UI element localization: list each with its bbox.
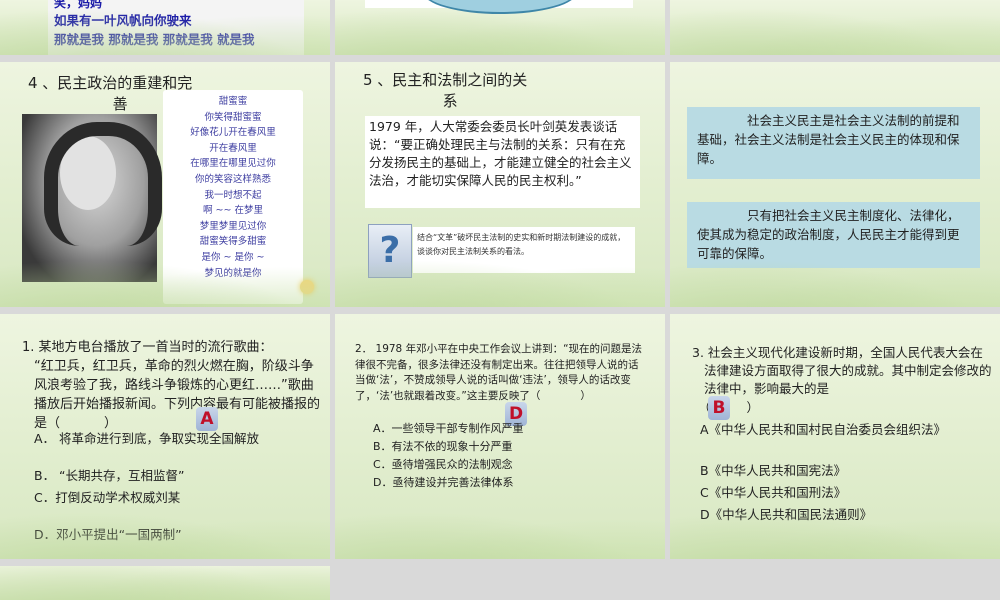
stem-body: “红卫兵，红卫兵，革命的烈火燃在胸，阶级斗争风浪考验了我，路线斗争锻炼的心更红……	[22, 357, 322, 433]
slide-5[interactable]: 5 、民主和法制之间的关 系 1979 年，人大常委会委员长叶剑英发表谈话说：“…	[335, 62, 665, 307]
option-a[interactable]: A．一些领导干部专制作风严重	[373, 420, 524, 436]
lyric: 我一时想不起	[204, 189, 262, 201]
lyric-line-3: 那就是我 那就是我 那就是我 就是我	[54, 32, 255, 47]
qmark-glyph: ?	[379, 230, 401, 271]
stem-line: 1. 某地方电台播放了一首当时的流行歌曲：	[22, 340, 273, 355]
question-3-stem: 3. 社会主义现代化建设新时期，全国人民代表大会在法律建设方面取得了很大的成就。…	[692, 344, 992, 417]
lyric: 甜蜜蜜	[218, 96, 248, 107]
paren-line: （）	[692, 399, 992, 417]
question-mark-icon: ?	[368, 224, 412, 278]
slide-q1[interactable]: 1. 某地方电台播放了一首当时的流行歌曲： “红卫兵，红卫兵，革命的烈火燃在胸，…	[0, 314, 330, 559]
paren-close: ）	[580, 389, 591, 402]
lyric: 梦里梦里见过你	[199, 220, 267, 232]
option-a[interactable]: A． 将革命进行到底，争取实现全国解放	[34, 428, 259, 447]
question-2-stem: 2． 1978 年邓小平在中央工作会议上讲到：“现在的问题是法律很不完备，很多法…	[355, 342, 645, 404]
lyric-line-2: 如果有一叶风帆向你驶来	[54, 13, 192, 28]
title-line-1: 5 、民主和法制之间的关	[363, 71, 528, 89]
slide-q2[interactable]: 2． 1978 年邓小平在中央工作会议上讲到：“现在的问题是法律很不完备，很多法…	[335, 314, 665, 559]
sun-decoration-icon	[300, 280, 314, 294]
lyric: 啊 ~~ 在梦里	[203, 205, 263, 217]
principle-box-1: 社会主义民主是社会主义法制的前提和基础，社会主义法制是社会主义民主的体现和保障。	[687, 107, 980, 179]
lyric: 甜蜜笑得多甜蜜	[199, 236, 267, 248]
option-d[interactable]: D．邓小平提出“一国两制”	[34, 524, 182, 543]
principle-box-2: 只有把社会主义民主制度化、法律化，使其成为稳定的政治制度，人民民主才能得到更可靠…	[687, 202, 980, 268]
principle-text-2: 只有把社会主义民主制度化、法律化，使其成为稳定的政治制度，人民民主才能得到更可靠…	[697, 208, 960, 261]
slide-next[interactable]	[0, 566, 330, 600]
slide-4[interactable]: 4 、民主政治的重建和完 善 甜蜜蜜 你笑得甜蜜蜜 好像花儿开在春风里 开在春风…	[0, 62, 330, 307]
question-1-stem: 1. 某地方电台播放了一首当时的流行歌曲： “红卫兵，红卫兵，革命的烈火燃在胸，…	[22, 338, 322, 433]
option-d[interactable]: D．亟待建设并完善法律体系	[373, 474, 513, 490]
slide-title: 5 、民主和法制之间的关 系	[363, 69, 527, 111]
lyric: 开在春风里	[209, 142, 257, 154]
lyric: 在哪里在哪里见过你	[190, 158, 276, 170]
option-b[interactable]: B《中华人民共和国宪法》	[700, 460, 846, 479]
stem-text: 3. 社会主义现代化建设新时期，全国人民代表大会在法律建设方面取得了很大的成就。…	[692, 345, 992, 396]
option-c[interactable]: C．打倒反动学术权威刘某	[34, 487, 180, 506]
title-line-2: 系	[442, 92, 458, 110]
option-c[interactable]: C．亟待增强民众的法制观念	[373, 456, 513, 472]
option-d[interactable]: D《中华人民共和国民法通则》	[700, 504, 872, 523]
slide-2[interactable]	[335, 0, 665, 55]
lyric: 好像花儿开在春风里	[190, 127, 276, 139]
lyric: 是你 ~ 是你 ~	[201, 251, 265, 263]
option-b[interactable]: B．有法不依的现象十分严重	[373, 438, 513, 454]
slide-6[interactable]: 社会主义民主是社会主义法制的前提和基础，社会主义法制是社会主义民主的体现和保障。…	[670, 62, 1000, 307]
paren-close: ）	[746, 400, 760, 415]
option-a[interactable]: A《中华人民共和国村民自治委员会组织法》	[700, 420, 980, 439]
slide-3[interactable]	[670, 0, 1000, 55]
option-c[interactable]: C《中华人民共和国刑法》	[700, 482, 846, 501]
answer-badge: B	[708, 396, 730, 420]
hair-shape	[44, 122, 162, 246]
task-box: 结合“文革”破坏民主法制的史实和新时期法制建设的成就，谈谈你对民主法制关系的看法…	[413, 227, 635, 273]
slide-q3[interactable]: 3. 社会主义现代化建设新时期，全国人民代表大会在法律建设方面取得了很大的成就。…	[670, 314, 1000, 559]
option-b[interactable]: B． “长期共存，互相监督”	[34, 465, 185, 484]
task-text: 结合“文革”破坏民主法制的史实和新时期法制建设的成就，谈谈你对民主法制关系的看法…	[417, 233, 626, 256]
lyrics-panel: 甜蜜蜜 你笑得甜蜜蜜 好像花儿开在春风里 开在春风里 在哪里在哪里见过你 你的笑…	[163, 90, 303, 304]
stem-text: “红卫兵，红卫兵，革命的烈火燃在胸，阶级斗争风浪考验了我，路线斗争锻炼的心更红……	[34, 359, 321, 431]
oval-shape	[423, 0, 577, 14]
quote-text: 1979 年，人大常委会委员长叶剑英发表谈话说：“要正确处理民主与法制的关系：只…	[369, 119, 632, 188]
slide-1[interactable]: 笑，妈妈 如果有一叶风帆向你驶来 那就是我 那就是我 那就是我 就是我	[0, 0, 330, 55]
principle-text-1: 社会主义民主是社会主义法制的前提和基础，社会主义法制是社会主义民主的体现和保障。	[697, 113, 960, 166]
lyric: 你笑得甜蜜蜜	[204, 111, 262, 123]
lyric: 梦见的就是你	[204, 267, 262, 279]
lyric: 你的笑容这样熟悉	[194, 173, 271, 185]
lyrics-box: 笑，妈妈 如果有一叶风帆向你驶来 那就是我 那就是我 那就是我 就是我	[48, 0, 304, 55]
stem-text: 2． 1978 年邓小平在中央工作会议上讲到：“现在的问题是法律很不完备，很多法…	[355, 343, 643, 402]
singer-photo	[22, 114, 162, 282]
option-a-text: A《中华人民共和国村民自治委员会组织法》	[700, 422, 947, 437]
quote-box: 1979 年，人大常委会委员长叶剑英发表谈话说：“要正确处理民主与法制的关系：只…	[365, 116, 640, 208]
